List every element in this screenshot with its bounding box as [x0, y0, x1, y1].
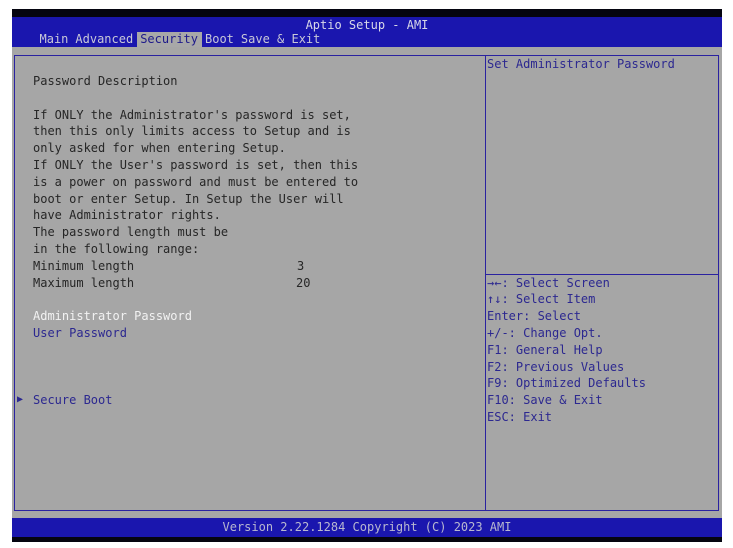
item-help-text: Set Administrator Password — [487, 57, 675, 72]
secure-boot-item[interactable]: Secure Boot — [33, 392, 112, 409]
tab-bar: Main Advanced Security Boot Save & Exit — [36, 32, 324, 47]
description-line: boot or enter Setup. In Setup the User w… — [33, 191, 344, 206]
user-password-item[interactable]: User Password — [33, 325, 127, 342]
key-help-line: F2: Previous Values — [487, 359, 625, 374]
key-help-line: ESC: Exit — [487, 410, 553, 424]
tab-advanced[interactable]: Advanced — [72, 32, 137, 47]
pane-divider — [485, 56, 486, 510]
section-heading: Password Description — [33, 74, 178, 88]
key-help-line: Enter: Select — [487, 309, 581, 324]
description-line: then this only limits access to Setup an… — [33, 124, 351, 139]
max-length-label: Maximum length — [33, 275, 135, 290]
tab-boot[interactable]: Boot — [202, 32, 238, 47]
tab-main[interactable]: Main — [36, 32, 72, 47]
footer-bar: Version 2.22.1284 Copyright (C) 2023 AMI — [12, 518, 722, 537]
description-line: If ONLY the Administrator's password is … — [33, 107, 351, 122]
content-area: Password Description If ONLY the Administ… — [12, 47, 722, 518]
description-line: in the following range: — [33, 242, 200, 256]
bios-screen: Aptio Setup - AMI Main Advanced Security… — [12, 9, 722, 542]
max-length-value: 20 — [296, 275, 311, 290]
tab-save-exit[interactable]: Save & Exit — [237, 32, 323, 47]
key-help-line: +/-: Change Opt. — [487, 326, 603, 340]
key-help-line: F1: General Help — [487, 342, 603, 357]
description-line: The password length must be — [33, 225, 229, 240]
admin-password-item[interactable]: Administrator Password — [33, 308, 192, 325]
min-length-value: 3 — [297, 258, 305, 273]
key-help-line: →←: Select Screen — [487, 275, 610, 290]
submenu-arrow-icon: ▶ — [17, 394, 24, 406]
key-help-line: F10: Save & Exit — [487, 393, 603, 408]
app-title: Aptio Setup - AMI — [305, 18, 429, 32]
description-line: have Administrator rights. — [33, 208, 221, 223]
description-line: If ONLY the User's password is set, then… — [33, 158, 359, 172]
key-help-line: F9: Optimized Defaults — [487, 376, 646, 391]
description-line: only asked for when entering Setup. — [33, 141, 286, 156]
header-bar: Aptio Setup - AMI Main Advanced Security… — [12, 17, 722, 47]
description-line: is a power on password and must be enter… — [33, 174, 359, 189]
min-length-label: Minimum length — [33, 258, 135, 273]
tab-security[interactable]: Security — [136, 32, 202, 47]
key-help-line: ↑↓: Select Item — [487, 292, 596, 307]
